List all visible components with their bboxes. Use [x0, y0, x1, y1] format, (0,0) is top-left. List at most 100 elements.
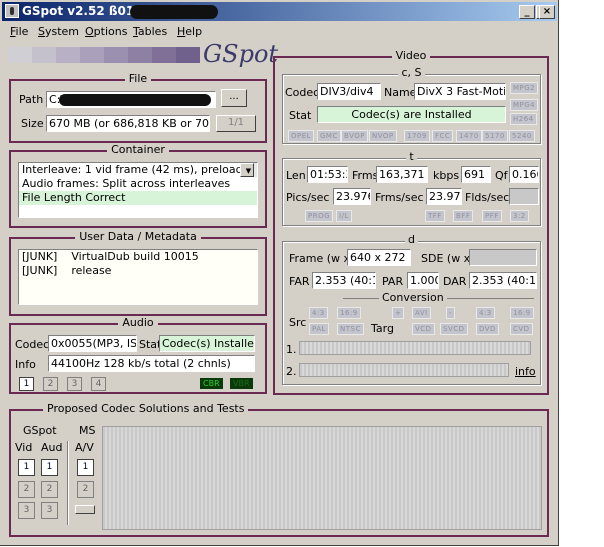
src-ntsc-button[interactable]: NTSC — [337, 323, 364, 335]
src-43-button[interactable]: 4:3 — [309, 307, 328, 319]
targ-vcd-button[interactable]: VCD — [412, 323, 435, 335]
metadata-title: User Data / Metadata — [75, 230, 201, 243]
proposed-group: Proposed Codec Solutions and Tests GSpot… — [9, 402, 549, 537]
metadata-list[interactable]: [JUNK] VirtualDub build 10015 [JUNK] relea… — [18, 249, 258, 305]
vid-2-button[interactable]: 2 — [18, 481, 35, 498]
flag-5170: 5170 — [482, 130, 508, 142]
codec-section: c, S Codec DIV3/div4 Name DivX 3 Fast-Mo… — [282, 66, 541, 144]
kbps-label: kbps — [433, 169, 460, 182]
ms-2-button[interactable]: 2 — [77, 481, 94, 498]
proposed-title: Proposed Codec Solutions and Tests — [43, 402, 249, 415]
info-link[interactable]: info — [515, 365, 536, 378]
metadata-row: [JUNK] release — [22, 264, 112, 277]
video-name-field: DivX 3 Fast-Motion — [414, 83, 506, 100]
title-bar[interactable]: GSpot v2.52 ß01: _ □ — [2, 2, 557, 21]
audio-stream-2-button[interactable]: 2 — [43, 377, 58, 391]
conversion-title: Conversion — [379, 291, 447, 304]
audio-info-field: 44100Hz 128 kb/s total (2 chnls) — [48, 355, 255, 372]
vid-1-button[interactable]: 1 — [18, 459, 35, 476]
kbps-field: 691 — [461, 166, 491, 183]
gspot-label: GSpot — [23, 424, 57, 437]
file-group: File Path C:\ ... Size 670 MB (or 686,81… — [9, 72, 267, 143]
menu-file[interactable]: File — [10, 25, 28, 38]
timing-section: t Len 01:53:3 Frms 163,371 kbps 691 Qf 0… — [282, 150, 541, 226]
gspot-window: GSpot v2.52 ß01: _ □ × File System Optio… — [0, 0, 559, 546]
targ-minus-button[interactable]: - — [446, 307, 456, 319]
audio-group: Audio Codec 0x0055(MP3, ISO Stat Codec(s… — [9, 316, 267, 394]
aud-label: Aud — [41, 441, 63, 454]
flag-1470: 1470 — [456, 130, 482, 142]
src-169-button[interactable]: 16:9 — [337, 307, 361, 319]
flag-5240: 5240 — [509, 130, 535, 142]
mpg2-tag: MPG2 — [510, 82, 539, 94]
targ-svcd-button[interactable]: SVCD — [440, 323, 468, 335]
aud-2-button[interactable]: 2 — [41, 481, 58, 498]
audio-stat-field: Codec(s) Installed — [159, 335, 255, 352]
audio-codec-field: 0x0055(MP3, ISO — [48, 335, 137, 352]
ms-1-button[interactable]: 1 — [77, 459, 94, 476]
flag-opel: OPEL — [288, 130, 315, 142]
container-group: Container Interleave: 1 vid frame (42 ms… — [9, 143, 267, 228]
dar-label: DAR — [443, 275, 467, 288]
video-stat-label: Stat — [289, 109, 312, 122]
video-group: Video c, S Codec DIV3/div4 Name DivX 3 F… — [273, 49, 549, 395]
far-label: FAR — [289, 275, 310, 288]
pics-sec-label: Pics/sec — [286, 191, 330, 204]
redacted-filename — [130, 5, 218, 19]
video-stat-field: Codec(s) are Installed — [317, 106, 506, 123]
aud-1-button[interactable]: 1 — [41, 459, 58, 476]
flag-il: I/L — [336, 210, 352, 222]
window-title: GSpot v2.52 ß01: — [22, 4, 139, 18]
targ-43-button[interactable]: 4:3 — [476, 307, 495, 319]
ms-small-button[interactable] — [75, 505, 95, 514]
container-title: Container — [107, 143, 169, 156]
video-title: Video — [391, 49, 431, 62]
targ-label: Targ — [371, 322, 394, 335]
minimize-button[interactable]: _ — [519, 5, 535, 19]
menu-system[interactable]: System — [38, 25, 79, 38]
vid-3-button[interactable]: 3 — [18, 502, 35, 519]
browse-button[interactable]: ... — [221, 89, 247, 107]
frms-field: 163,371 — [376, 166, 428, 183]
audio-stat-label: Stat — [139, 338, 162, 351]
audio-stream-1-button[interactable]: 1 — [19, 377, 34, 391]
size-label: Size — [21, 117, 44, 130]
flag-prog: PROG — [305, 210, 334, 222]
conv-row1-bar — [299, 341, 531, 355]
container-scrollbar[interactable]: ▲ ▼ — [240, 163, 257, 177]
flag-pff: PFF — [482, 210, 502, 222]
flag-1709: 1709 — [404, 130, 430, 142]
size-ratio-button[interactable]: 1/1 — [216, 115, 256, 132]
menu-bar: File System Options Tables Help — [2, 23, 557, 41]
scroll-down-icon[interactable]: ▼ — [240, 163, 254, 177]
container-list[interactable]: Interleave: 1 vid frame (42 ms), preload… — [18, 162, 258, 218]
src-pal-button[interactable]: PAL — [309, 323, 329, 335]
metadata-row: [JUNK] VirtualDub build 10015 — [22, 250, 199, 263]
aud-3-button[interactable]: 3 — [41, 502, 58, 519]
gspot-logo: GSpot — [203, 40, 279, 68]
flds-sec-field — [509, 188, 539, 205]
targ-avi-button[interactable]: AVI — [412, 307, 431, 319]
pics-sec-field: 23.976 — [333, 188, 371, 205]
targ-dvd-button[interactable]: DVD — [476, 323, 499, 335]
flag-bvop: BVOP — [341, 130, 368, 142]
av-label: A/V — [75, 441, 94, 454]
video-codec-field: DIV3/div4 — [317, 83, 381, 100]
menu-help[interactable]: Help — [177, 25, 202, 38]
targ-cvd-button[interactable]: CVD — [510, 323, 533, 335]
container-line: File Length Correct — [19, 191, 257, 205]
audio-stream-4-button[interactable]: 4 — [91, 377, 106, 391]
dimensions-section: d Frame (w x 640 x 272 SDE (w x FAR 2.35… — [282, 233, 541, 385]
frms-sec-label: Frms/sec — [375, 191, 424, 204]
conv-row1-label: 1. — [286, 343, 297, 356]
sde-label: SDE (w x — [421, 252, 471, 265]
menu-options[interactable]: Options — [85, 25, 127, 38]
menu-tables[interactable]: Tables — [133, 25, 167, 38]
flag-tff: TFF — [425, 210, 445, 222]
app-icon[interactable] — [5, 4, 19, 18]
targ-plus-button[interactable]: + — [392, 307, 405, 319]
size-field: 670 MB (or 686,818 KB or 703,30 — [46, 115, 210, 132]
targ-169-button[interactable]: 16:9 — [510, 307, 534, 319]
audio-stream-3-button[interactable]: 3 — [67, 377, 82, 391]
close-button[interactable]: × — [539, 5, 555, 19]
